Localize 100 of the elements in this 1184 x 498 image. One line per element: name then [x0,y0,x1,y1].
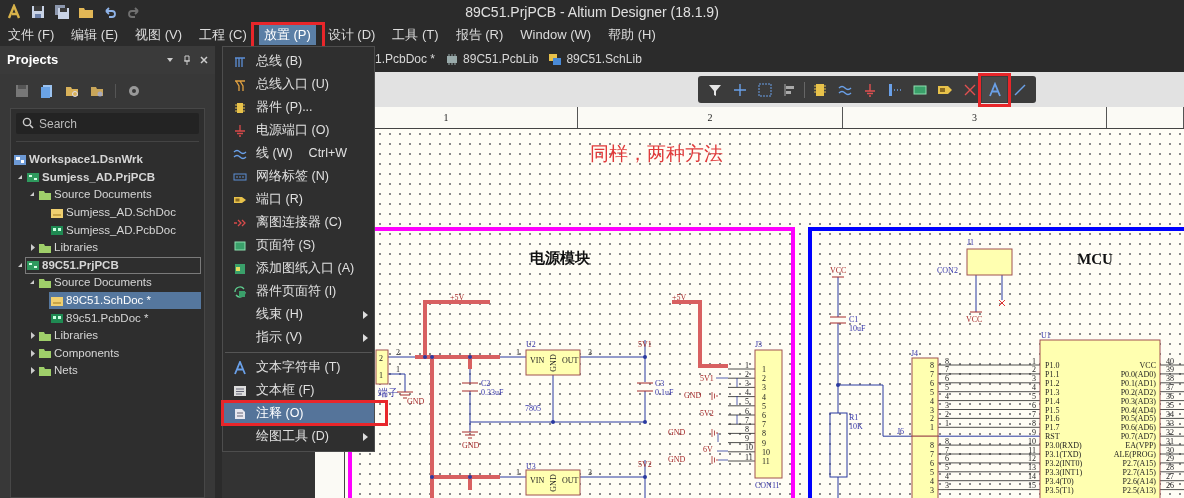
pin-number: 4 [1032,383,1036,393]
menu-item[interactable]: 工程 (C) [194,25,252,45]
gear-button[interactable] [127,84,141,98]
pin-number: 3 [762,383,766,393]
tree-item[interactable]: 89C51.SchDoc * [49,292,201,310]
menu-item[interactable]: 器件页面符 (I) [223,280,374,303]
menu-item[interactable]: 线束 (H) [223,303,374,326]
component-value: 10K [849,422,863,431]
pin-name: P1.5 [1045,405,1060,415]
pin-number: 2 [1032,365,1036,375]
pin-name: P0.6(AD6) [1120,423,1156,433]
pin-name: P1.3 [1045,387,1060,397]
document-tab[interactable]: 89C51.SchLib [548,50,642,68]
folder-search-button[interactable] [65,84,79,98]
tree-item[interactable]: Sumjess_AD.SchDoc [49,204,201,222]
tree-item[interactable]: Source Documents [37,274,201,292]
search-field[interactable]: Search [16,113,199,134]
logo-button[interactable] [6,4,22,20]
tree-item[interactable]: Sumjess_AD.PcbDoc [49,221,201,239]
sheet-symbol-icon [232,238,247,253]
document-tab[interactable]: 1.PcbDoc * [375,50,436,68]
device-sheet-icon [232,284,247,299]
document-button[interactable] [40,84,54,98]
ruler-label: 1 [443,111,449,125]
menu-item[interactable]: 设计 (D) [322,25,381,45]
designator: C3 [655,379,665,388]
menu-item[interactable]: 工具 (T) [387,25,444,45]
tree-item[interactable]: Libraries [37,239,201,257]
pin-name: P3.4(T0) [1045,476,1074,486]
save-button[interactable] [30,4,46,20]
pin-name: RST [1045,432,1060,442]
tree-item[interactable]: Sumjess_AD.PrjPCB [25,168,201,186]
undo-button[interactable] [102,4,118,20]
tree-item[interactable]: 89c51.PcbDoc * [49,309,201,327]
menu-item[interactable]: 编辑 (E) [66,25,124,45]
pin-number: 1 [1032,356,1036,366]
pin-name: P1.4 [1045,396,1060,406]
menu-item[interactable]: 线 (W) Ctrl+W [223,142,374,165]
menu-item[interactable]: 页面符 (S) [223,234,374,257]
pin-number: 7 [945,445,949,455]
expand-toggle[interactable] [28,366,37,376]
menu-item[interactable]: 报告 (R) [450,25,509,45]
tree-item[interactable]: Source Documents [37,186,201,204]
menu-item[interactable]: 放置 (P) [258,25,316,45]
tree-item[interactable]: Components [37,344,201,362]
menu-item[interactable]: 帮助 (H) [603,25,661,45]
menu-item[interactable]: 指示 (V) [223,326,374,349]
block-title: 电源模块 [530,250,590,266]
pin-name: P0.0(AD0) [1120,369,1156,379]
dropdown-button[interactable] [166,56,174,64]
menu-item[interactable]: Window (W) [515,25,597,45]
expand-toggle[interactable] [28,243,37,253]
pin-number: 1 [516,348,520,357]
menu-item[interactable]: 添加图纸入口 (A) [223,257,374,280]
project-icon [26,170,40,185]
text-frame-icon [232,383,247,398]
ruler-label: 2 [707,111,713,125]
expand-toggle[interactable] [28,348,37,358]
pin-number: 2 [396,348,400,357]
menu-item[interactable]: 器件 (P)... [223,96,374,119]
pin-number: 6 [930,378,934,388]
menu-item[interactable]: 总线入口 (U) [223,73,374,96]
pin-name: P1.0 [1045,361,1060,370]
menu-item[interactable]: 文件 (F) [3,25,60,45]
menu-item[interactable]: 文本框 (F) [223,379,374,402]
menu-item[interactable]: 电源端口 (O) [223,119,374,142]
submenu-arrow-icon [362,310,368,319]
expand-toggle[interactable] [28,331,37,341]
folder-gear-icon [90,84,104,98]
save-all-button[interactable] [54,4,70,20]
menu-item[interactable]: 绘图工具 (D) [223,425,374,448]
pin-number: 2 [379,354,383,363]
pin-number: 3 [588,468,592,477]
pin-number: 7 [930,450,934,459]
pin-number: 3 [930,405,934,415]
redo-button[interactable] [126,4,142,20]
menu-item[interactable]: 视图 (V) [130,25,188,45]
pin-number: 29 [1166,454,1174,464]
menu-item[interactable]: 文本字符串 (T) [223,356,374,379]
pin-name: GND [549,354,558,372]
pin-number: 39 [1166,365,1174,375]
folder-gear-button[interactable] [90,84,104,98]
pin-name: OUT [562,476,579,485]
menu-item[interactable]: 网络标签 (N) [223,165,374,188]
tree-item[interactable]: 89C51.PrjPCB [25,256,201,274]
tree-item[interactable]: Workspace1.DsnWrk [12,151,201,169]
ruler-label: 3 [972,111,977,125]
menu-item[interactable]: 离图连接器 (C) [223,211,374,234]
tree-item[interactable]: Nets [37,362,201,380]
tree-item[interactable]: Libraries [37,327,201,345]
pin-number: 38 [1166,374,1174,384]
submenu-arrow-icon [362,333,368,342]
document-tab[interactable]: 89C51.PcbLib [445,50,539,68]
menu-item[interactable]: 端口 (R) [223,188,374,211]
menu-item[interactable]: 总线 (B) [223,50,374,73]
close-button[interactable] [200,56,208,64]
pin-button[interactable] [183,55,191,65]
net-label: +5V [672,293,687,302]
pin-number: 1 [516,468,520,477]
component-value: 0.33uF [481,388,504,397]
